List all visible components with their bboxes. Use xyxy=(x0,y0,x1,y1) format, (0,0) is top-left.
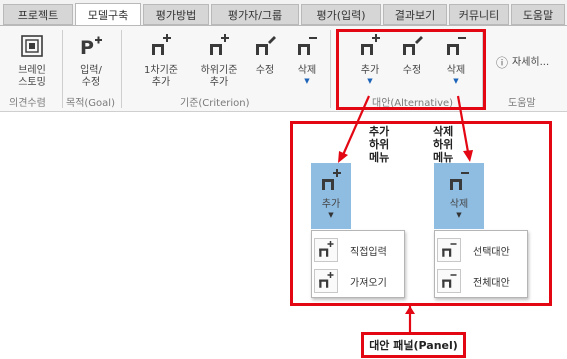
annotation-line: 하위 xyxy=(369,138,390,151)
add-submenu-annotation: 추가 하위 메뉴 xyxy=(369,125,389,164)
tree-delete-icon xyxy=(437,238,461,262)
menu-item-label: 가져오기 xyxy=(350,277,387,289)
menu-item-label: 선택대안 xyxy=(473,246,510,258)
alternative-add-expanded-button[interactable]: 추가 ▼ xyxy=(311,163,351,229)
tree-add-icon xyxy=(319,169,341,193)
delete-submenu-annotation: 삭제 하위 메뉴 xyxy=(433,125,453,164)
annotation-line: 하위 xyxy=(433,138,454,151)
menu-item-label: 전체대안 xyxy=(473,277,510,289)
tree-import-icon xyxy=(314,269,338,293)
popup-add-label: 추가 xyxy=(321,199,341,210)
panel-label-box: 대안 패널(Panel) xyxy=(361,332,466,358)
menu-item-direct-input[interactable]: 직접입력 xyxy=(312,236,406,264)
annotation-line: 메뉴 xyxy=(369,151,390,164)
annotation-line: 삭제 xyxy=(433,125,454,138)
menu-item-label: 직접입력 xyxy=(350,246,387,258)
popup-delete-label: 삭제 xyxy=(449,199,469,210)
menu-item-import[interactable]: 가져오기 xyxy=(312,267,406,295)
alternative-delete-expanded-button[interactable]: 삭제 ▼ xyxy=(434,163,484,229)
chevron-down-icon: ▼ xyxy=(328,211,334,219)
menu-item-all-alternatives[interactable]: 전체대안 xyxy=(435,267,529,295)
tree-delete-icon xyxy=(447,172,469,193)
add-submenu: 직접입력 가져오기 xyxy=(311,230,405,298)
tree-delete-icon xyxy=(437,269,461,293)
panel-label-text: 대안 패널(Panel) xyxy=(369,339,458,352)
annotation-line: 추가 xyxy=(369,125,390,138)
menu-item-selected-alternative[interactable]: 선택대안 xyxy=(435,236,529,264)
tree-add-icon xyxy=(314,238,338,262)
chevron-down-icon: ▼ xyxy=(456,211,462,219)
delete-submenu: 선택대안 전체대안 xyxy=(434,230,528,298)
